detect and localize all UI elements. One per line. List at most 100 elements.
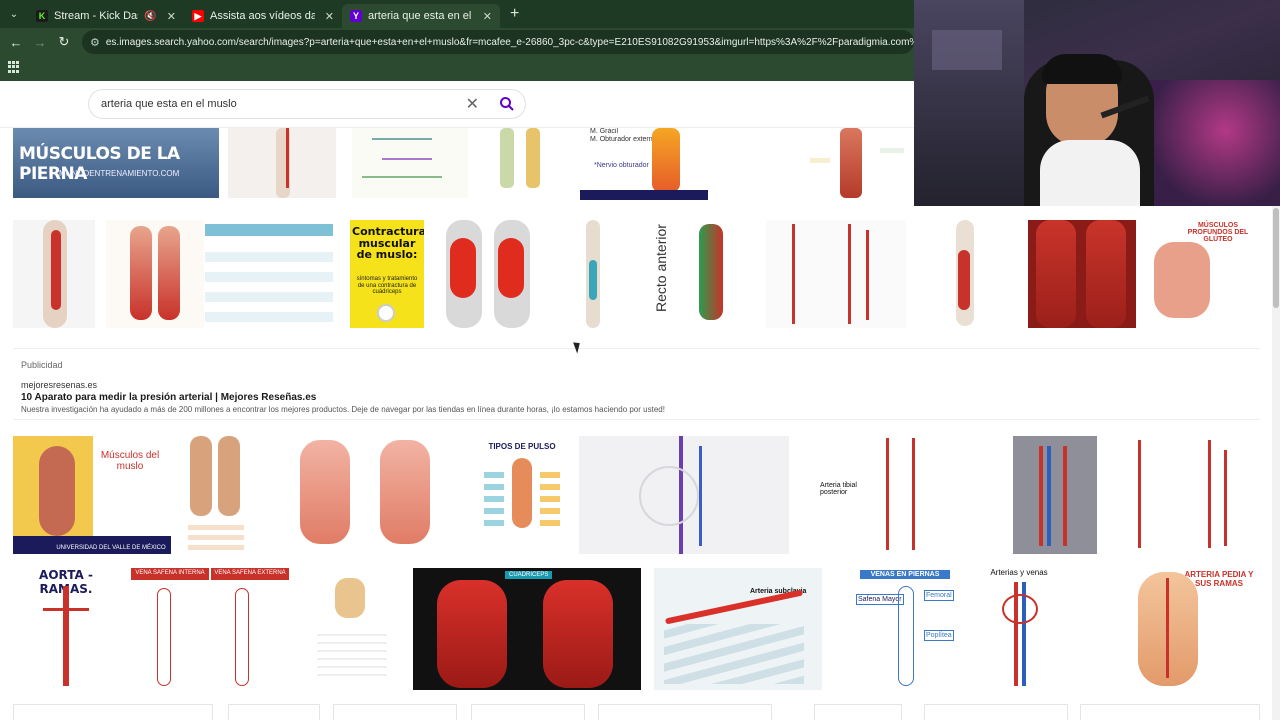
tab-label: arteria que esta en el muslo - B [368, 10, 473, 22]
page-scrollbar[interactable] [1272, 206, 1280, 720]
result-thumbnail[interactable] [428, 220, 544, 328]
result-thumbnail[interactable] [814, 704, 902, 720]
result-thumbnail[interactable] [1028, 220, 1136, 328]
tab-search-button[interactable]: ⌄ [0, 0, 28, 28]
thumbnail-title: Arterias y venas [990, 568, 1048, 577]
tab-label: Stream - Kick Dashboard [54, 10, 138, 22]
result-thumbnail[interactable] [205, 220, 333, 328]
result-thumbnail[interactable] [305, 568, 397, 690]
result-thumbnail[interactable] [916, 220, 1016, 328]
kick-icon: K [36, 10, 48, 22]
result-thumbnail[interactable]: Arteria subclavia [654, 568, 822, 690]
thumbnail-caption: UNIVERSIDAD DEL VALLE DE MÉXICO [56, 545, 166, 551]
bookmarks-bar [0, 56, 914, 81]
tab-strip: ⌄ K Stream - Kick Dashboard 🔇 ✕ ▶ Assist… [0, 0, 914, 28]
thumbnail-caption: M. Grácil [590, 128, 618, 135]
close-icon[interactable]: ✕ [483, 10, 492, 23]
thumbnail-title: Músculos del muslo [100, 450, 160, 472]
result-thumbnail[interactable] [471, 704, 585, 720]
address-bar-row: ← → ↻ ⚙ es.images.search.yahoo.com/searc… [0, 28, 914, 56]
ad-description: Nuestra investigación ha ayudado a más d… [21, 405, 665, 414]
result-thumbnail[interactable] [13, 704, 213, 720]
image-results: MÚSCULOS DE LA PIERNA MUNDOENTRENAMIENTO… [0, 128, 1272, 720]
thumbnail-title: MÚSCULOS PROFUNDOS DEL GLÚTEO [1187, 222, 1249, 243]
result-thumbnail[interactable] [924, 704, 1068, 720]
result-thumbnail[interactable]: CUADRICEPS [413, 568, 641, 690]
result-thumbnail[interactable] [556, 220, 632, 328]
ad-title-link[interactable]: 10 Aparato para medir la presión arteria… [21, 392, 1221, 403]
tab-kick-dashboard[interactable]: K Stream - Kick Dashboard 🔇 ✕ [28, 4, 184, 28]
result-thumbnail[interactable] [352, 128, 468, 198]
result-thumbnail[interactable] [333, 704, 457, 720]
thumbnail-title: MÚSCULOS DE LA PIERNA [19, 144, 180, 184]
result-thumbnail[interactable]: VENAS EN PIERNAS Safena Mayor Femoral Po… [852, 568, 956, 690]
thumbnail-caption: M. Obturador externo [590, 136, 657, 143]
result-thumbnail[interactable] [270, 436, 460, 554]
thumbnail-title: Contractura muscular de muslo: [352, 225, 424, 262]
divider [13, 419, 1260, 420]
site-info-icon[interactable]: ⚙ [90, 36, 100, 49]
scrollbar-thumb[interactable] [1273, 208, 1279, 308]
result-thumbnail[interactable] [1108, 436, 1260, 554]
thumbnail-caption: Arteria tibial posterior [820, 482, 857, 496]
thumbnail-title: TIPOS DE PULSO [488, 442, 556, 451]
result-thumbnail[interactable]: Músculos del muslo UNIVERSIDAD DEL VALLE… [13, 436, 171, 554]
tab-label: Assista aos vídeos da operação [210, 10, 315, 22]
apps-grid-icon[interactable] [8, 61, 20, 73]
close-icon[interactable]: ✕ [325, 10, 334, 23]
result-thumbnail[interactable]: Arteria tibial posterior [812, 436, 992, 554]
thumbnail-caption: VENA SAFENA EXTERNA [214, 570, 286, 576]
reload-icon[interactable]: ↻ [52, 34, 76, 50]
ad-label: Publicidad [21, 360, 63, 370]
clear-icon[interactable]: ✕ [466, 94, 479, 114]
thumbnail-title: Recto anterior [653, 224, 669, 312]
result-thumbnail[interactable] [766, 220, 906, 328]
thumbnail-subtitle: MUNDOENTRENAMIENTO.COM [59, 169, 180, 178]
forward-arrow-icon[interactable]: → [28, 35, 52, 50]
result-thumbnail[interactable]: M. Grácil M. Obturador externo *Nervio o… [580, 128, 708, 200]
result-thumbnail[interactable] [579, 436, 789, 554]
sponsored-result: Publicidad mejoresresenas.es 10 Aparato … [21, 360, 1221, 414]
ad-domain[interactable]: mejoresresenas.es [21, 380, 1221, 390]
thumbnail-caption: *Nervio obturador [594, 162, 649, 169]
search-header: arteria que esta en el muslo ✕ [0, 81, 914, 128]
result-thumbnail[interactable]: VENA SAFENA INTERNA VENA SAFENA EXTERNA [131, 568, 289, 690]
search-query: arteria que esta en el muslo [101, 98, 237, 110]
tab-yahoo-search[interactable]: Y arteria que esta en el muslo - B ✕ [342, 4, 500, 28]
result-thumbnail[interactable] [228, 704, 320, 720]
result-thumbnail[interactable]: MÚSCULOS PROFUNDOS DEL GLÚTEO [1148, 220, 1260, 328]
search-icon[interactable] [499, 96, 515, 112]
tab-youtube[interactable]: ▶ Assista aos vídeos da operação ✕ [184, 4, 342, 28]
thumbnail-caption: CUADRICEPS [505, 571, 553, 579]
result-thumbnail[interactable]: TIPOS DE PULSO [478, 436, 566, 554]
result-thumbnail[interactable]: Contractura muscular de muslo: síntomas … [350, 220, 424, 328]
thumbnail-caption: Femoral [924, 590, 954, 601]
result-thumbnail[interactable] [480, 128, 568, 198]
yahoo-icon: Y [350, 10, 362, 22]
result-thumbnail[interactable] [1013, 436, 1097, 554]
result-thumbnail[interactable]: Arterias y venas [962, 568, 1076, 690]
back-arrow-icon[interactable]: ← [4, 35, 28, 50]
youtube-icon: ▶ [192, 10, 204, 22]
divider [13, 348, 1260, 349]
result-thumbnail[interactable] [106, 220, 204, 328]
result-thumbnail[interactable] [178, 436, 254, 554]
muted-speaker-icon[interactable]: 🔇 [144, 11, 156, 22]
thumbnail-caption: síntomas y tratamiento de una contractur… [356, 276, 418, 296]
result-thumbnail[interactable]: ARTERIA PEDIA Y SUS RAMAS [1088, 568, 1260, 690]
result-thumbnail[interactable] [780, 128, 912, 200]
result-thumbnail[interactable] [598, 704, 772, 720]
result-thumbnail[interactable] [13, 220, 95, 328]
new-tab-icon[interactable]: + [510, 5, 519, 23]
result-thumbnail[interactable]: Recto anterior [643, 220, 755, 328]
thumbnail-caption: VENA SAFENA INTERNA [135, 570, 205, 576]
result-thumbnail[interactable]: AORTA - RAMAS. [13, 568, 119, 690]
close-icon[interactable]: ✕ [167, 10, 176, 23]
search-input[interactable]: arteria que esta en el muslo ✕ [88, 89, 526, 119]
result-thumbnail[interactable] [1080, 704, 1260, 720]
thumbnail-title: VENAS EN PIERNAS [860, 570, 950, 579]
url-field[interactable]: ⚙ es.images.search.yahoo.com/search/imag… [82, 30, 914, 54]
thumbnail-caption: Safena Mayor [856, 594, 904, 605]
result-thumbnail[interactable]: MÚSCULOS DE LA PIERNA MUNDOENTRENAMIENTO… [13, 128, 219, 198]
result-thumbnail[interactable] [228, 128, 336, 198]
